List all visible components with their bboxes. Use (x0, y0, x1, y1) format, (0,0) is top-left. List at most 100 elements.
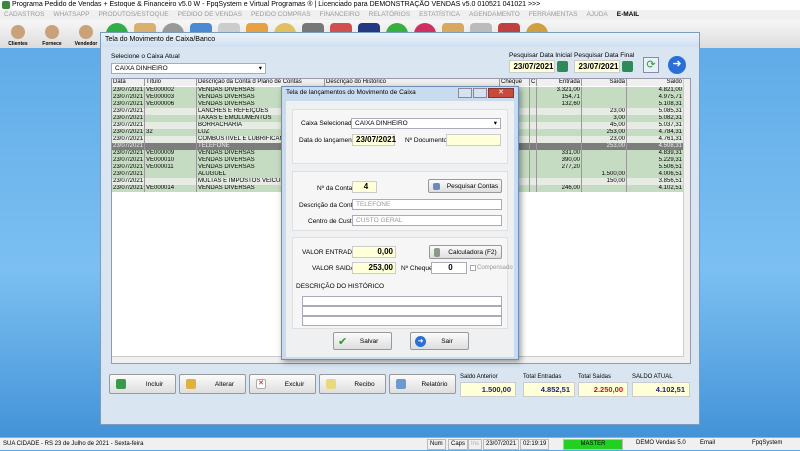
clients-icon (11, 25, 25, 39)
table-cell (530, 185, 537, 192)
alterar-button[interactable]: Alterar (179, 374, 246, 394)
status-num: Num (427, 439, 446, 450)
table-cell: 5.108,31 (627, 101, 684, 108)
close-button[interactable]: ✕ (488, 88, 514, 98)
caixa-selecionado-select[interactable]: CAIXA DINHEIRO ▾ (351, 118, 501, 129)
table-cell: 5.037,31 (627, 122, 684, 129)
table-cell (145, 171, 197, 178)
compensado-label: Compensado (477, 265, 513, 271)
menu-relatorios[interactable]: RELATÓRIOS (369, 10, 410, 20)
valor-entrada-input[interactable]: 0,00 (352, 246, 396, 258)
menu-pedido-compras[interactable]: PEDIDO COMPRAS (251, 10, 311, 20)
maximize-button[interactable] (473, 88, 487, 98)
fornece-label: Fornece (42, 41, 62, 47)
table-cell (537, 143, 582, 150)
table-cell: 4.784,31 (627, 129, 684, 136)
historico-line-3[interactable] (302, 316, 502, 326)
table-cell: VE000014 (145, 185, 197, 192)
menu-financeiro[interactable]: FINANCEIRO (320, 10, 360, 20)
incluir-button[interactable]: Incluir (109, 374, 176, 394)
table-cell (582, 185, 627, 192)
salvar-button[interactable]: ✔ Salvar (333, 332, 392, 350)
table-cell (530, 171, 537, 178)
table-cell (537, 136, 582, 143)
menu-pedido-vendas[interactable]: PEDIDO DE VENDAS (178, 10, 242, 20)
excluir-button[interactable]: ✕ Excluir (249, 374, 316, 394)
table-cell (530, 178, 537, 185)
table-cell: 132,60 (537, 101, 582, 108)
receipt-icon (326, 379, 336, 389)
table-cell: 5.229,31 (627, 157, 684, 164)
table-cell: 23/07/2021 (113, 115, 145, 122)
table-cell: 4.006,51 (627, 171, 684, 178)
app-title-bar: Programa Pedido de Vendas + Estoque & Fi… (0, 0, 800, 10)
calculadora-button[interactable]: Calculadora (F2) (429, 245, 502, 259)
caixa-selecionado-value: CAIXA DINHEIRO (355, 120, 408, 127)
menu-cadastros[interactable]: CADASTROS (4, 10, 44, 20)
saldo-anterior-label: Saldo Anterior (460, 374, 498, 380)
descricao-conta-input[interactable]: TELEFONE (352, 199, 502, 210)
menu-ajuda[interactable]: AJUDA (586, 10, 607, 20)
caixa-select[interactable]: CAIXA DINHEIRO ▾ (111, 63, 266, 74)
menu-produtos[interactable]: PRODUTOS/ESTOQUE (98, 10, 168, 20)
cheque-input[interactable]: 0 (431, 262, 467, 274)
menu-agendamento[interactable]: AGENDAMENTO (469, 10, 520, 20)
fornece-button[interactable]: Fornece (38, 21, 66, 47)
table-cell (537, 171, 582, 178)
conta-input[interactable]: 4 (352, 181, 377, 193)
app-title: Programa Pedido de Vendas + Estoque & Fi… (12, 1, 541, 8)
table-cell (582, 87, 627, 94)
menu-ferramentas[interactable]: FERRAMENTAS (529, 10, 578, 20)
column-header: Cheque (500, 79, 530, 86)
app-icon (2, 1, 10, 9)
saldo-atual-label: SALDO ATUAL (632, 374, 673, 380)
centro-custo-input[interactable]: CUSTO GERAL (352, 215, 502, 226)
refresh-icon[interactable]: ⟳ (643, 57, 659, 73)
recibo-button[interactable]: Recibo (319, 374, 386, 394)
column-header: Descrição do Histórico (325, 79, 500, 86)
status-ins: Ins (468, 439, 483, 450)
menu-email[interactable]: E-MAIL (617, 10, 639, 20)
historico-line-1[interactable] (302, 296, 502, 306)
incluir-label: Incluir (145, 380, 164, 388)
table-cell: 23/07/2021 (113, 122, 145, 129)
menu-whatsapp[interactable]: WHATSAPP (53, 10, 89, 20)
data-fim-input[interactable]: 23/07/2021 (574, 60, 620, 73)
calculator-icon (434, 247, 440, 257)
vendedor-button[interactable]: Vendedor (72, 21, 100, 47)
table-cell (582, 157, 627, 164)
data-lancamento-input[interactable]: 23/07/2021 (352, 134, 396, 146)
compensado-checkbox[interactable] (470, 265, 476, 271)
table-cell (530, 87, 537, 94)
valor-entrada-label: VALOR ENTRADA (302, 249, 357, 256)
status-email[interactable]: Email (698, 439, 717, 450)
documento-input[interactable] (446, 134, 501, 146)
sair-button[interactable]: ➜ Sair (410, 332, 469, 350)
table-cell: 154,71 (537, 94, 582, 101)
menu-bar: CADASTROS WHATSAPP PRODUTOS/ESTOQUE PEDI… (0, 10, 800, 20)
menu-estatistica[interactable]: ESTATÍSTICA (419, 10, 460, 20)
table-cell (530, 143, 537, 150)
table-cell (537, 115, 582, 122)
calendar-icon[interactable] (557, 61, 568, 72)
historico-line-2[interactable] (302, 306, 502, 316)
table-cell: 23/07/2021 (113, 185, 145, 192)
calendar-icon[interactable] (622, 61, 633, 72)
data-ini-input[interactable]: 23/07/2021 (509, 60, 555, 73)
arrow-right-icon[interactable]: ➜ (668, 56, 686, 74)
total-saidas-label: Total Saídas (578, 374, 612, 380)
valor-saida-input[interactable]: 253,00 (352, 262, 396, 274)
table-cell (582, 150, 627, 157)
table-cell (145, 108, 197, 115)
pesquisar-contas-button[interactable]: Pesquisar Contas (428, 179, 502, 193)
vertical-scrollbar[interactable] (683, 79, 690, 363)
status-time: 02:19:19 (520, 439, 550, 450)
minimize-button[interactable] (458, 88, 472, 98)
column-header: Entrada (537, 79, 582, 86)
clientes-button[interactable]: Clientes (4, 21, 32, 47)
table-cell: 45,00 (582, 122, 627, 129)
search-icon (433, 182, 440, 190)
relatorio-button[interactable]: Relatório (389, 374, 456, 394)
vendedor-label: Vendedor (74, 41, 98, 47)
add-icon (116, 379, 126, 389)
